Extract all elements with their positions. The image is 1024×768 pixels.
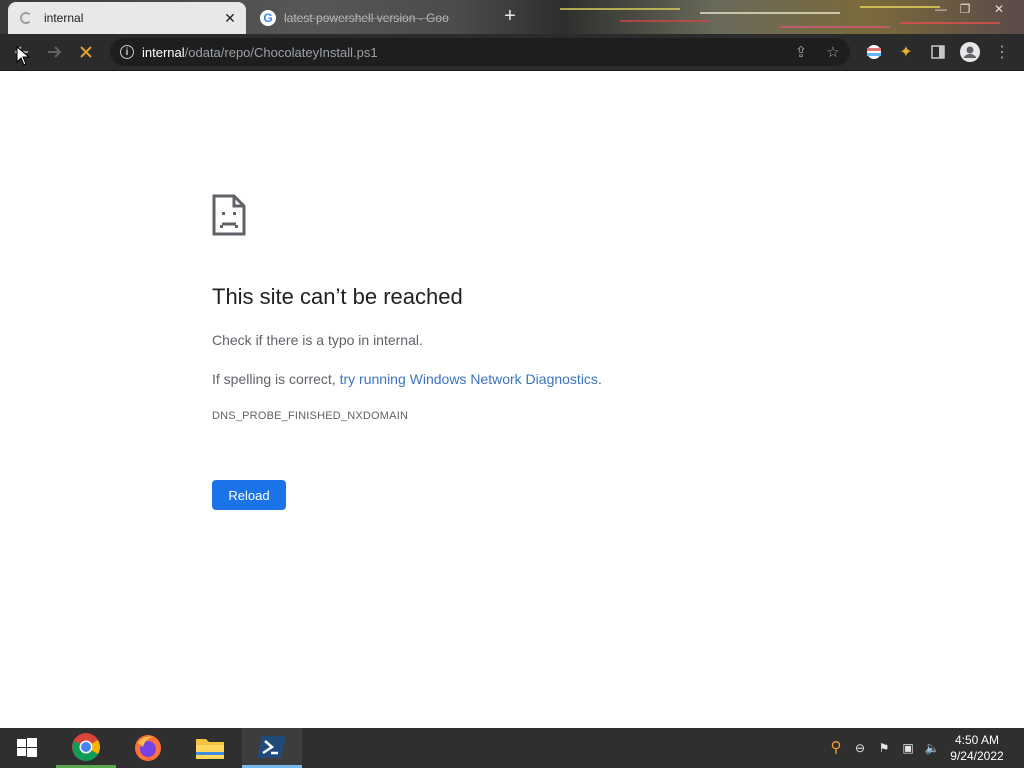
- tab-google-search[interactable]: G latest powershell version - Goo: [252, 2, 482, 34]
- profile-button[interactable]: [958, 40, 982, 64]
- puzzle-icon: ✦: [899, 44, 913, 61]
- tab-close-icon[interactable]: ✕: [222, 10, 238, 26]
- error-diagnostics-hint: If spelling is correct, try running Wind…: [212, 371, 602, 387]
- network-diagnostics-link[interactable]: try running Windows Network Diagnostics: [340, 371, 598, 387]
- windows-logo-icon: [17, 738, 37, 757]
- windows-taskbar: ⚲ ⊖ ⚑ ▣ 🔈 4:50 AM 9/24/2022: [0, 728, 1024, 768]
- chrome-icon: [72, 732, 100, 761]
- site-info-icon[interactable]: i: [120, 45, 134, 59]
- avatar-icon: [960, 42, 980, 62]
- folder-icon: [196, 739, 224, 759]
- loading-spinner-icon: [20, 12, 32, 24]
- menu-button[interactable]: ⋮: [990, 40, 1014, 64]
- browser-titlebar: internal ✕ G latest powershell version -…: [0, 0, 1024, 34]
- mouse-cursor-icon: [16, 46, 30, 66]
- forward-arrow-icon: [48, 46, 62, 58]
- close-window-button[interactable]: ✕: [986, 2, 1012, 16]
- volume-icon[interactable]: 🔈: [924, 740, 940, 756]
- sad-page-icon: [212, 194, 246, 236]
- tab-title: internal: [44, 11, 84, 25]
- minimize-button[interactable]: —: [928, 2, 954, 16]
- taskbar-firefox[interactable]: [118, 728, 178, 768]
- firefox-icon: [135, 735, 161, 761]
- action-center-flag-icon[interactable]: ⚑: [876, 740, 892, 756]
- error-title: This site can’t be reached: [212, 284, 463, 309]
- forward-button[interactable]: [42, 40, 66, 64]
- error-typo-hint: Check if there is a typo in internal.: [212, 332, 423, 348]
- status-minus-icon[interactable]: ⊖: [852, 740, 868, 756]
- extension-flag-button[interactable]: [862, 40, 886, 64]
- powershell-icon: [257, 735, 286, 758]
- taskbar-file-explorer[interactable]: [180, 728, 240, 768]
- side-panel-button[interactable]: [926, 40, 950, 64]
- tab-title: latest powershell version - Goo: [284, 11, 449, 25]
- network-icon[interactable]: ▣: [900, 740, 916, 756]
- system-clock[interactable]: 4:50 AM 9/24/2022: [940, 732, 1014, 764]
- start-button[interactable]: [0, 728, 54, 768]
- tab-internal[interactable]: internal ✕: [8, 2, 246, 34]
- restore-button[interactable]: ❐: [952, 2, 978, 16]
- taskbar-powershell[interactable]: [242, 728, 302, 768]
- reload-button[interactable]: Reload: [212, 480, 286, 510]
- new-tab-button[interactable]: +: [500, 6, 520, 26]
- more-vertical-icon: ⋮: [994, 44, 1010, 61]
- browser-toolbar: i internal/odata/repo/ChocolateyInstall.…: [0, 34, 1024, 71]
- google-icon: G: [260, 10, 276, 26]
- search-tray-icon[interactable]: ⚲: [828, 740, 844, 756]
- flag-extension-icon: [867, 45, 881, 59]
- address-bar[interactable]: i internal/odata/repo/ChocolateyInstall.…: [110, 38, 850, 66]
- stop-loading-button[interactable]: [74, 40, 98, 64]
- error-code: DNS_PROBE_FINISHED_NXDOMAIN: [212, 410, 409, 422]
- clock-time: 4:50 AM: [954, 733, 1000, 747]
- taskbar-chrome[interactable]: [56, 728, 116, 768]
- address-url: internal/odata/repo/ChocolateyInstall.ps…: [142, 44, 378, 60]
- clock-date: 9/24/2022: [950, 749, 1004, 763]
- side-panel-icon: [931, 45, 945, 59]
- extensions-button[interactable]: ✦: [894, 40, 918, 64]
- bookmark-star-icon[interactable]: ☆: [824, 44, 842, 62]
- stop-icon: [80, 46, 92, 58]
- share-icon[interactable]: ⇪: [792, 44, 810, 62]
